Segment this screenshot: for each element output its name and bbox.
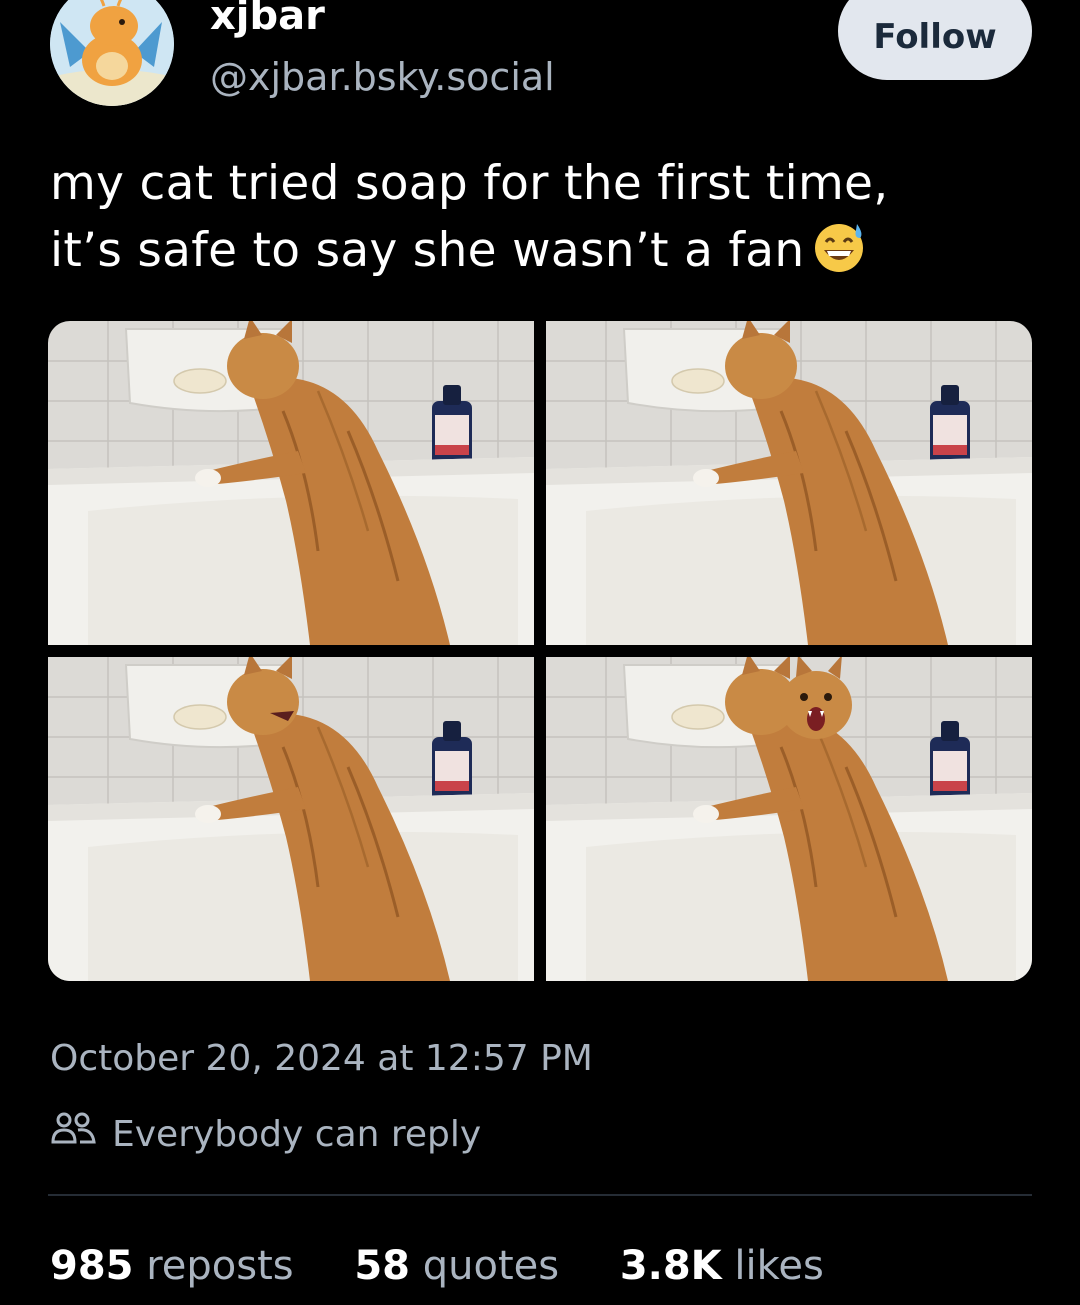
likes-count: 3.8K bbox=[619, 1243, 722, 1289]
likes-stat[interactable]: 3.8K likes bbox=[620, 1238, 824, 1294]
quotes-label: quotes bbox=[422, 1243, 560, 1289]
author-avatar[interactable] bbox=[50, 0, 174, 106]
cat-photo bbox=[546, 321, 1032, 645]
reply-setting: Everybody can reply bbox=[50, 1110, 481, 1160]
post-image-4[interactable] bbox=[546, 657, 1032, 981]
reposts-label: reposts bbox=[146, 1243, 294, 1289]
reposts-count: 985 bbox=[50, 1243, 134, 1289]
post-text-line-1: my cat tried soap for the first time, bbox=[50, 156, 889, 211]
cat-photo bbox=[48, 321, 534, 645]
cat-photo bbox=[546, 657, 1032, 981]
likes-label: likes bbox=[734, 1243, 824, 1289]
divider bbox=[48, 1194, 1032, 1196]
reply-setting-label: Everybody can reply bbox=[112, 1114, 482, 1155]
quotes-count: 58 bbox=[354, 1243, 411, 1289]
post-image-2[interactable] bbox=[546, 321, 1032, 645]
follow-button[interactable]: Follow bbox=[838, 0, 1032, 80]
grinning-face-with-sweat-icon bbox=[812, 220, 866, 292]
cat-photo bbox=[48, 657, 534, 981]
post-image-1[interactable] bbox=[48, 321, 534, 645]
post-timestamp[interactable]: October 20, 2024 at 12:57 PM bbox=[50, 1034, 593, 1084]
author-handle[interactable]: @xjbar.bsky.social bbox=[210, 52, 555, 102]
post-stats: 985 reposts 58 quotes 3.8K likes bbox=[50, 1238, 872, 1294]
quotes-stat[interactable]: 58 quotes bbox=[354, 1238, 559, 1294]
people-icon bbox=[50, 1110, 98, 1160]
post-text-line-2: it’s safe to say she wasn’t a fan bbox=[50, 217, 1040, 292]
dragon-avatar-image bbox=[50, 0, 174, 106]
post-text: my cat tried soap for the first time, it… bbox=[50, 150, 1040, 292]
post-text-line-2-text: it’s safe to say she wasn’t a fan bbox=[50, 223, 805, 278]
post-image-3[interactable] bbox=[48, 657, 534, 981]
reposts-stat[interactable]: 985 reposts bbox=[50, 1238, 294, 1294]
post-image-grid bbox=[48, 321, 1032, 981]
author-display-name[interactable]: xjbar bbox=[210, 0, 325, 44]
